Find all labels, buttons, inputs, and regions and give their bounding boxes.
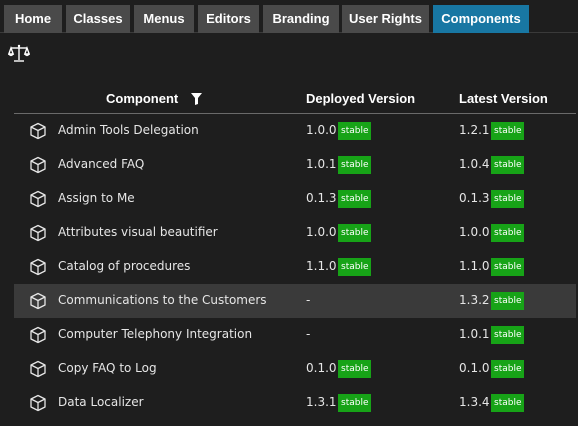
latest-version: 1.0.4 (459, 157, 490, 171)
tab-editors[interactable]: Editors (198, 5, 259, 33)
component-cube-icon (30, 326, 46, 344)
latest-status-badge: stable (491, 360, 525, 378)
tab-branding[interactable]: Branding (263, 5, 339, 33)
component-cube-icon (30, 156, 46, 174)
deployed-status-badge: stable (338, 394, 372, 412)
column-header-deployed-version[interactable]: Deployed Version (306, 91, 415, 106)
latest-status-badge: stable (491, 122, 525, 140)
scales-icon[interactable] (8, 43, 30, 63)
deployed-status-badge: stable (338, 258, 372, 276)
table-row[interactable]: Admin Tools Delegation 1.0.0 stable 1.2.1 st… (14, 114, 576, 148)
table-row[interactable]: Copy FAQ to Log 0.1.0 stable 0.1.0 stable (14, 352, 576, 386)
component-name: Attributes visual beautifier (58, 225, 218, 239)
deployed-version: 1.1.0 (306, 259, 337, 273)
table-row[interactable]: Communications to the Customers - 1.3.2 sta… (14, 284, 576, 318)
deployed-version: 0.1.3 (306, 191, 337, 205)
deployed-status-badge: stable (338, 122, 372, 140)
tab-classes[interactable]: Classes (66, 5, 130, 33)
column-header-component[interactable]: Component (106, 91, 178, 106)
component-cube-icon (30, 258, 46, 276)
deployed-version: 1.3.1 (306, 395, 337, 409)
column-header-latest-version[interactable]: Latest Version (459, 91, 548, 106)
table-row[interactable]: Assign to Me 0.1.3 stable 0.1.3 stable (14, 182, 576, 216)
latest-version: 1.0.1 (459, 327, 490, 341)
tab-components[interactable]: Components (433, 5, 529, 33)
deployed-version: - (306, 293, 311, 307)
latest-status-badge: stable (491, 190, 525, 208)
component-name: Computer Telephony Integration (58, 327, 253, 341)
component-cube-icon (30, 224, 46, 242)
latest-status-badge: stable (491, 156, 525, 174)
latest-status-badge: stable (491, 394, 525, 412)
latest-version: 0.1.0 (459, 361, 490, 375)
component-name: Data Localizer (58, 395, 144, 409)
component-name: Catalog of procedures (58, 259, 191, 273)
table-body: Admin Tools Delegation 1.0.0 stable 1.2.1 st… (14, 114, 576, 420)
component-name: Copy FAQ to Log (58, 361, 157, 375)
deployed-version: 1.0.1 (306, 157, 337, 171)
latest-version: 1.3.2 (459, 293, 490, 307)
component-name: Assign to Me (58, 191, 135, 205)
deployed-version: 1.0.0 (306, 123, 337, 137)
tab-menus[interactable]: Menus (134, 5, 194, 33)
latest-version: 1.2.1 (459, 123, 490, 137)
tab-bar: Home Classes Menus Editors Branding User… (0, 0, 578, 33)
component-cube-icon (30, 122, 46, 140)
component-name: Admin Tools Delegation (58, 123, 199, 137)
deployed-status-badge: stable (338, 156, 372, 174)
component-name: Communications to the Customers (58, 293, 267, 307)
tab-home[interactable]: Home (4, 5, 62, 33)
deployed-version: 1.0.0 (306, 225, 337, 239)
tab-user-rights[interactable]: User Rights (342, 5, 429, 33)
latest-version: 1.3.4 (459, 395, 490, 409)
latest-version: 1.0.0 (459, 225, 490, 239)
latest-status-badge: stable (491, 292, 525, 310)
table-row[interactable]: Computer Telephony Integration - 1.0.1 stab… (14, 318, 576, 352)
component-cube-icon (30, 292, 46, 310)
latest-status-badge: stable (491, 258, 525, 276)
latest-status-badge: stable (491, 224, 525, 242)
filter-icon[interactable] (191, 93, 202, 105)
table-row[interactable]: Attributes visual beautifier 1.0.0 stable 1… (14, 216, 576, 250)
latest-status-badge: stable (491, 326, 525, 344)
table-row[interactable]: Data Localizer 1.3.1 stable 1.3.4 stable (14, 386, 576, 420)
deployed-version: - (306, 327, 311, 341)
table-header: Component Deployed Version Latest Versio… (14, 84, 576, 114)
component-cube-icon (30, 360, 46, 378)
deployed-status-badge: stable (338, 360, 372, 378)
deployed-status-badge: stable (338, 190, 372, 208)
latest-version: 1.1.0 (459, 259, 490, 273)
component-cube-icon (30, 394, 46, 412)
deployed-version: 0.1.0 (306, 361, 337, 375)
component-cube-icon (30, 190, 46, 208)
deployed-status-badge: stable (338, 224, 372, 242)
components-table: Component Deployed Version Latest Versio… (14, 84, 576, 420)
table-row[interactable]: Catalog of procedures 1.1.0 stable 1.1.0 sta… (14, 250, 576, 284)
latest-version: 0.1.3 (459, 191, 490, 205)
table-row[interactable]: Advanced FAQ 1.0.1 stable 1.0.4 stable (14, 148, 576, 182)
component-name: Advanced FAQ (58, 157, 145, 171)
